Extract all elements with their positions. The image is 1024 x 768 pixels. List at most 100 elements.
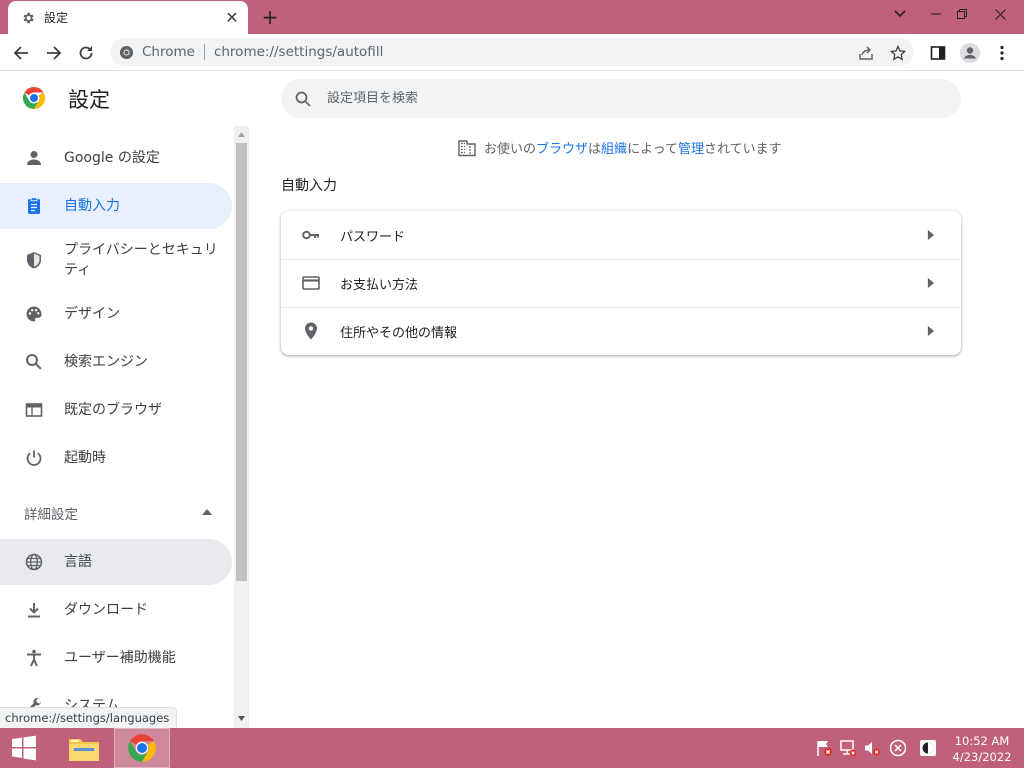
triangle-down-icon bbox=[238, 715, 245, 721]
row-label: お支払い方法 bbox=[340, 277, 419, 293]
managed-link-organization[interactable]: 組織 bbox=[601, 138, 627, 157]
tray-app[interactable] bbox=[918, 738, 938, 758]
advanced-section-toggle[interactable]: 詳細設定 bbox=[0, 500, 232, 526]
managed-text-mid2: によって bbox=[627, 142, 679, 157]
sidebar-item-default-browser[interactable]: 既定のブラウザ bbox=[0, 387, 232, 433]
taskbar-clock[interactable]: 10:52 AM 4/23/2022 bbox=[948, 733, 1016, 765]
scroll-down-button[interactable] bbox=[234, 712, 249, 724]
circle-x-icon bbox=[889, 739, 907, 757]
download-icon bbox=[23, 599, 45, 621]
taskbar: 10:52 AM 4/23/2022 bbox=[0, 728, 1024, 768]
sidebar-item-search-engine[interactable]: 検索エンジン bbox=[0, 339, 232, 385]
folder-icon bbox=[69, 739, 99, 761]
accessibility-icon bbox=[23, 647, 45, 669]
scrollbar-thumb[interactable] bbox=[236, 143, 247, 581]
sidebar-item-accessibility[interactable]: ユーザー補助機能 bbox=[0, 635, 232, 681]
triangle-right-icon bbox=[927, 326, 935, 336]
clock-time: 10:52 AM bbox=[954, 734, 1010, 748]
managed-text-suffix: されています bbox=[704, 142, 782, 157]
scroll-up-button[interactable] bbox=[234, 128, 249, 140]
tray-network[interactable] bbox=[838, 738, 858, 758]
sidebar-item-appearance[interactable]: デザイン bbox=[0, 291, 232, 337]
close-icon bbox=[994, 8, 1006, 20]
share-button[interactable] bbox=[852, 39, 880, 67]
minimize-button[interactable] bbox=[922, 0, 950, 28]
back-button[interactable] bbox=[7, 39, 35, 67]
sidebar-item-label: 言語 bbox=[64, 554, 92, 570]
managed-link-browser[interactable]: ブラウザ bbox=[536, 138, 588, 157]
arrow-left-icon bbox=[13, 46, 28, 60]
chrome-icon bbox=[118, 44, 134, 60]
close-window-button[interactable] bbox=[976, 0, 1024, 28]
row-label: パスワード bbox=[340, 229, 406, 245]
advanced-label: 詳細設定 bbox=[24, 507, 78, 523]
reload-button[interactable] bbox=[72, 39, 100, 67]
triangle-up-icon bbox=[238, 131, 245, 137]
forward-button[interactable] bbox=[40, 39, 68, 67]
tab-settings[interactable]: 設定 ✕ bbox=[8, 1, 248, 34]
volume-muted-icon bbox=[865, 742, 880, 756]
sidebar-item-label: プライバシーとセキュリティ bbox=[64, 242, 218, 278]
shield-icon bbox=[23, 249, 45, 271]
share-icon bbox=[859, 46, 873, 60]
managed-text-mid1: は bbox=[588, 142, 602, 157]
sidebar-item-google[interactable]: Google の設定 bbox=[0, 135, 232, 181]
tab-search-button[interactable] bbox=[888, 0, 912, 28]
sidebar-item-label: デザイン bbox=[64, 306, 120, 322]
sidebar-item-languages[interactable]: 言語 bbox=[0, 539, 232, 585]
browser-icon bbox=[23, 399, 45, 421]
sidebar-item-on-startup[interactable]: 起動時 bbox=[0, 435, 232, 481]
tray-status[interactable] bbox=[888, 738, 908, 758]
arrow-up-icon bbox=[202, 509, 212, 515]
chevron-down-icon bbox=[894, 10, 906, 18]
sidebar-item-privacy[interactable]: プライバシーとセキュリティ bbox=[0, 231, 232, 289]
sidebar-item-label: 起動時 bbox=[64, 450, 106, 466]
settings-search[interactable] bbox=[281, 79, 961, 118]
taskbar-file-explorer[interactable] bbox=[56, 728, 112, 768]
row-label: 住所やその他の情報 bbox=[340, 325, 458, 341]
start-button[interactable] bbox=[0, 728, 48, 768]
settings-sidebar: Google の設定 自動入力 プライバシーとセキュリティ デザイン 検索エンジ… bbox=[0, 126, 234, 728]
tray-action-center[interactable] bbox=[814, 738, 834, 758]
bookmark-button[interactable] bbox=[884, 39, 912, 67]
url-text[interactable]: chrome://settings/autofill bbox=[214, 44, 383, 60]
tray-volume[interactable] bbox=[862, 738, 882, 758]
key-icon bbox=[301, 225, 321, 245]
row-passwords[interactable]: パスワード bbox=[281, 211, 961, 259]
sidebar-item-label: ダウンロード bbox=[64, 602, 148, 618]
tab-strip: 設定 ✕ + bbox=[0, 0, 1024, 34]
star-icon bbox=[890, 45, 906, 61]
person-icon bbox=[23, 147, 45, 169]
sidebar-item-autofill[interactable]: 自動入力 bbox=[0, 183, 232, 229]
chrome-logo-icon bbox=[22, 86, 46, 110]
globe-icon bbox=[23, 551, 45, 573]
sidebar-item-label: 検索エンジン bbox=[64, 354, 148, 370]
new-tab-button[interactable]: + bbox=[258, 5, 282, 29]
address-bar[interactable]: Chrome chrome://settings/autofill bbox=[110, 38, 914, 66]
sidebar-item-downloads[interactable]: ダウンロード bbox=[0, 587, 232, 633]
browser-toolbar: Chrome chrome://settings/autofill bbox=[0, 34, 1024, 71]
side-panel-button[interactable] bbox=[924, 39, 952, 67]
menu-button[interactable] bbox=[988, 39, 1016, 67]
tab-close-button[interactable]: ✕ bbox=[222, 8, 242, 28]
network-icon bbox=[840, 740, 857, 757]
tab-title: 設定 bbox=[44, 11, 69, 25]
row-payment-methods[interactable]: お支払い方法 bbox=[281, 259, 961, 307]
clock-date: 4/23/2022 bbox=[952, 750, 1012, 764]
taskbar-chrome[interactable] bbox=[114, 728, 170, 768]
minimize-icon bbox=[931, 13, 941, 15]
restore-button[interactable] bbox=[948, 0, 976, 28]
flag-alert-icon bbox=[817, 741, 832, 756]
managed-link-management[interactable]: 管理 bbox=[678, 138, 704, 157]
row-addresses[interactable]: 住所やその他の情報 bbox=[281, 307, 961, 355]
settings-search-input[interactable] bbox=[327, 91, 927, 106]
windows-logo-icon bbox=[12, 735, 36, 761]
side-panel-icon bbox=[930, 46, 946, 60]
managed-text-prefix: お使いの bbox=[484, 142, 537, 157]
profile-button[interactable] bbox=[956, 39, 984, 67]
sidebar-item-label: 既定のブラウザ bbox=[64, 402, 162, 418]
chrome-icon bbox=[128, 734, 156, 762]
more-vert-icon bbox=[1000, 45, 1004, 61]
arrow-right-icon bbox=[47, 46, 62, 60]
avatar-icon bbox=[960, 43, 980, 63]
